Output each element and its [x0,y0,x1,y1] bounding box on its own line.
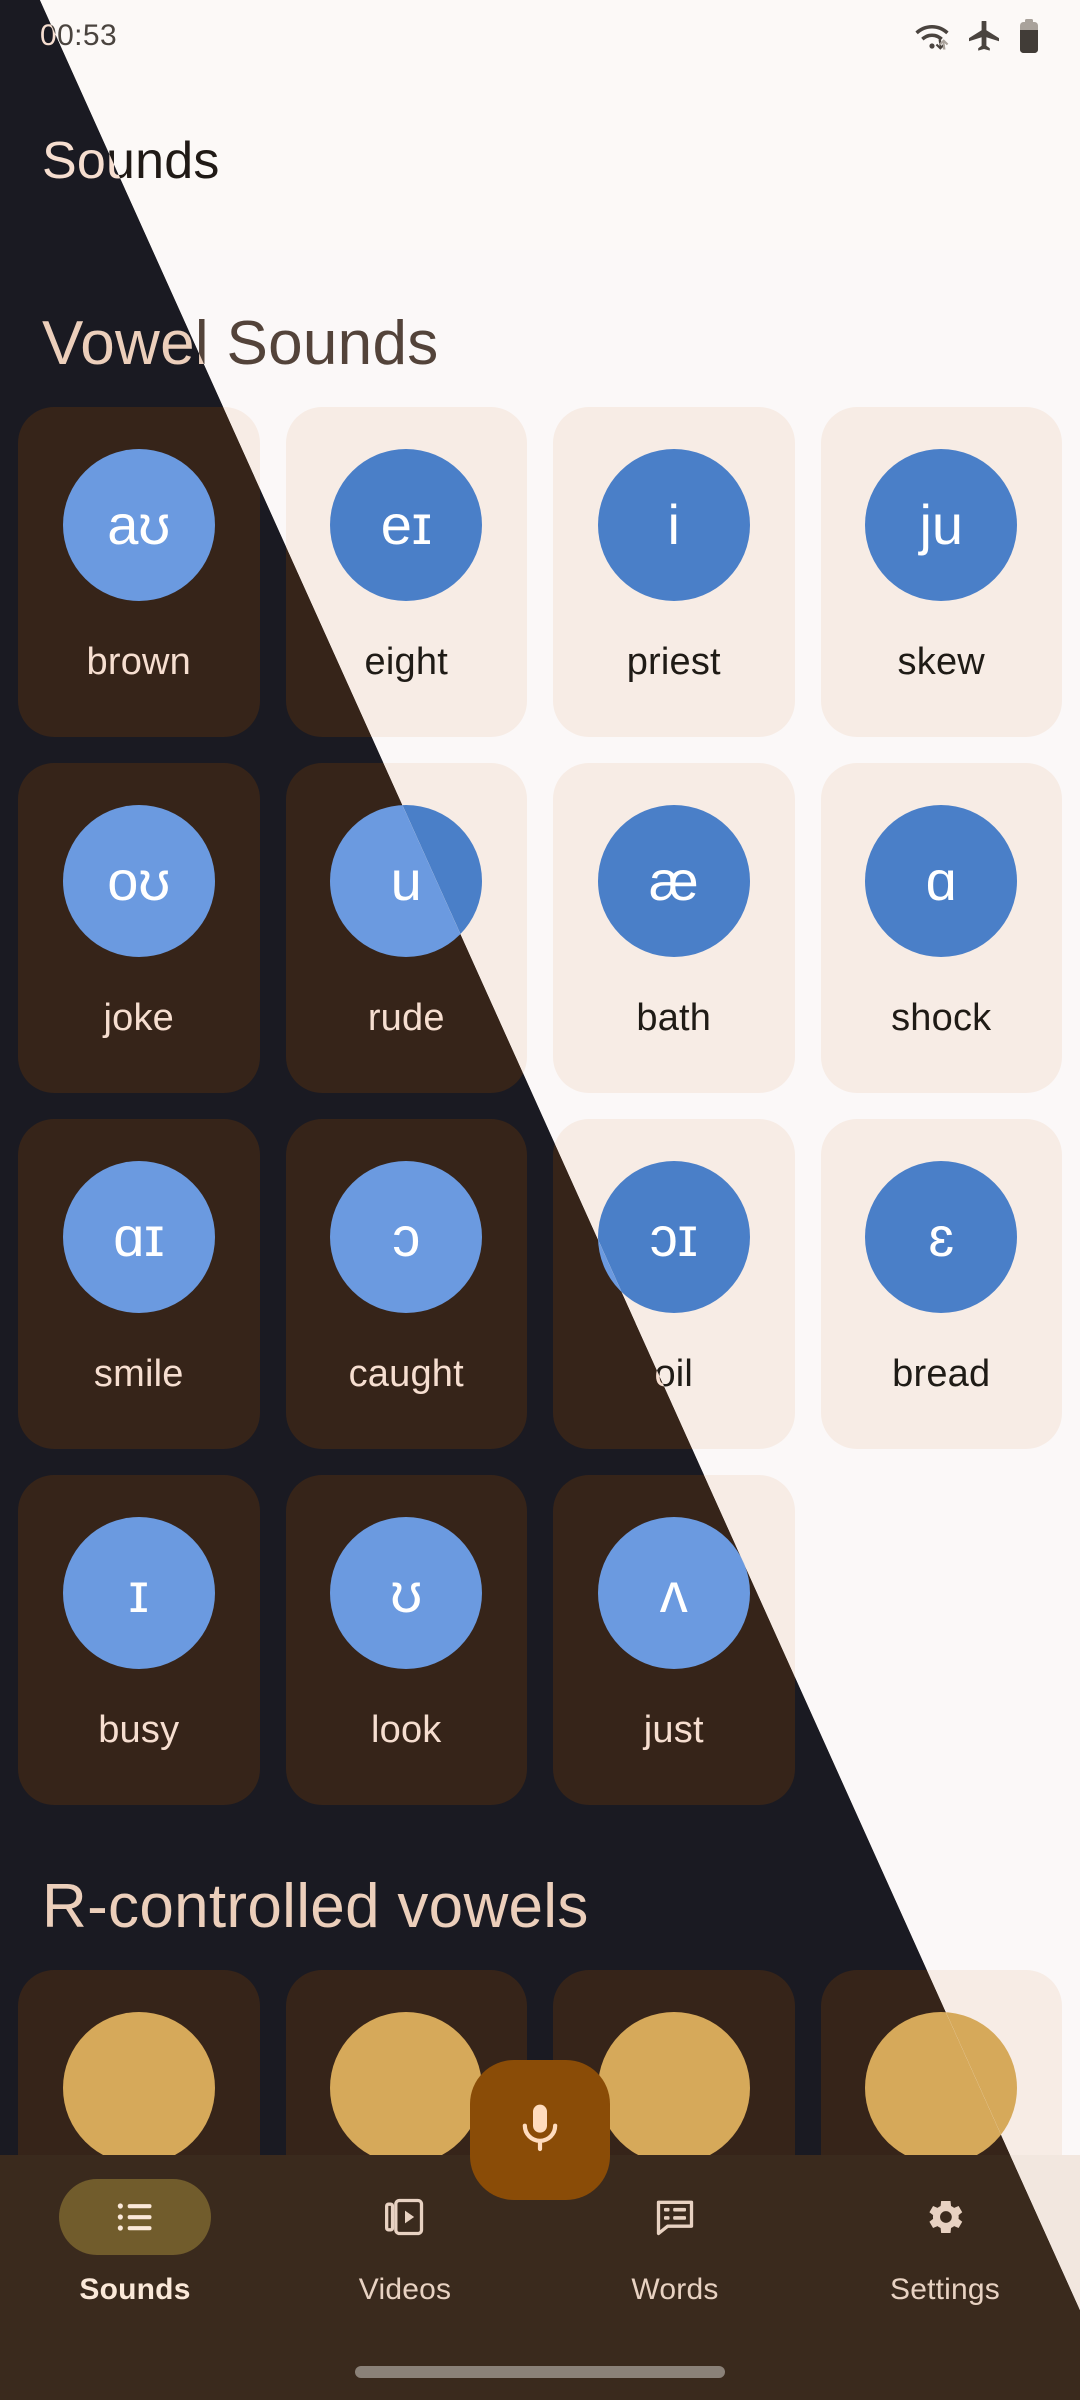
status-bar: 00:53 [40,0,1080,72]
nav-label: Words [631,2273,719,2306]
example-word: rude [367,997,445,1039]
ipa-symbol: ʌ [597,1517,750,1669]
battery-icon [1018,19,1040,53]
airplane-mode-icon [968,21,1000,51]
ipa-symbol: ʊ [330,1517,483,1669]
ipa-symbol: ju [865,449,1018,601]
example-word: bath [636,997,712,1039]
nav-pill [869,2179,1021,2255]
example-word: caught [348,1353,464,1395]
ipa-symbol: æ [597,805,750,957]
sound-card[interactable]: ɑ shock [820,763,1062,1093]
nav-label: Settings [890,2273,1000,2306]
example-word: priest [626,641,721,683]
nav-item-sounds[interactable]: Sounds [0,2179,270,2307]
sound-card[interactable]: ʊ look [285,1475,527,1805]
sound-card[interactable]: ju skew [820,407,1062,737]
sound-card[interactable]: ɔ caught [285,1119,527,1449]
app-bar: Sounds [40,72,1080,250]
ipa-symbol [597,2012,750,2164]
sound-card-empty [821,1475,1063,1805]
example-word: eight [364,641,448,683]
example-word: bread [892,1353,991,1395]
ipa-symbol: ɛ [865,1161,1018,1313]
sound-card[interactable]: oʊ joke [18,763,260,1093]
example-word: shock [891,997,992,1039]
nav-item-words[interactable]: Words [540,2179,810,2307]
video-icon [383,2195,427,2239]
ipa-symbol: ɑɪ [62,1161,215,1313]
gesture-handle [355,2366,725,2378]
example-word: joke [103,997,174,1039]
ipa-symbol: ɔ [330,1161,483,1313]
example-word: just [643,1709,704,1751]
nav-item-videos[interactable]: Videos [270,2179,540,2307]
nav-pill [329,2179,481,2255]
example-word: smile [93,1353,184,1395]
gear-icon [923,2195,967,2239]
nav-label: Videos [358,2273,452,2306]
ipa-symbol [62,2012,215,2164]
example-word: brown [86,641,191,683]
list-icon [113,2195,157,2239]
ipa-symbol: ɪ [62,1517,215,1669]
sound-card[interactable]: aʊ brown [18,407,260,737]
ipa-symbol [330,2012,483,2164]
ipa-symbol: aʊ [62,449,215,601]
example-word: busy [98,1709,180,1751]
sound-card[interactable]: ɑɪ smile [18,1119,260,1449]
ipa-symbol: ɑ [865,805,1018,957]
sound-card[interactable]: i priest [553,407,795,737]
status-bar-icons [914,19,1040,53]
wifi-data-icon [914,21,950,51]
ipa-symbol: oʊ [62,805,215,957]
chat-list-icon [653,2195,697,2239]
nav-active-pill [59,2179,211,2255]
microphone-fab[interactable] [470,2060,610,2200]
nav-label: Sounds [79,2273,191,2306]
microphone-icon [512,2100,568,2161]
ipa-symbol: i [597,449,750,601]
ipa-symbol: eɪ [330,449,483,601]
sound-card[interactable]: ɪ busy [18,1475,260,1805]
example-word: skew [897,641,985,683]
sound-card[interactable]: æ bath [553,763,795,1093]
example-word: look [370,1709,442,1751]
sound-card[interactable]: ɛ bread [820,1119,1062,1449]
nav-pill [599,2179,751,2255]
